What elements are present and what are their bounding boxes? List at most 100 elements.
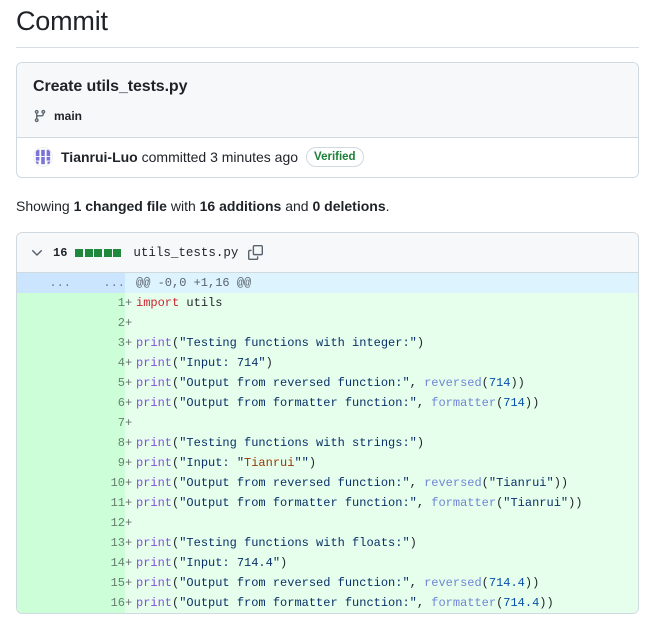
diff-line-number-old[interactable] <box>17 433 71 453</box>
diff-line-number-old[interactable] <box>17 533 71 553</box>
code-token: reversed <box>424 376 482 390</box>
diff-line-code[interactable]: + print("Output from formatter function:"… <box>125 593 638 613</box>
diff-line-row: 4 + print("Input: 714") <box>17 353 638 373</box>
code-token: "Output from formatter function:" <box>179 496 417 510</box>
diff-line-number-new[interactable]: 15 <box>71 573 125 593</box>
commit-card-body: Tianrui-Luo committed 3 minutes ago Veri… <box>17 138 638 177</box>
code-token: "Input: 714.4" <box>179 556 281 570</box>
diff-line-number-new[interactable]: 10 <box>71 473 125 493</box>
code-token: utils <box>179 296 223 310</box>
diff-line-number-new[interactable]: 14 <box>71 553 125 573</box>
code-token: "Tianrui" <box>503 496 569 510</box>
diff-filename[interactable]: utils_tests.py <box>133 246 238 260</box>
diff-line-number-new[interactable]: 1 <box>71 293 125 313</box>
diff-line-number-old[interactable] <box>17 353 71 373</box>
diff-line-number-old[interactable] <box>17 473 71 493</box>
code-token: ) <box>416 336 425 350</box>
code-token: ) <box>409 536 417 550</box>
diff-line-number-old[interactable] <box>17 453 71 473</box>
code-token: "Input: 714" <box>179 356 266 370</box>
diff-line-code[interactable]: + print("Input: 714.4") <box>125 553 638 573</box>
diff-line-number-old[interactable] <box>17 493 71 513</box>
code-token: , <box>416 396 432 410</box>
diff-stat-block <box>103 248 112 257</box>
diff-line-number-old[interactable] <box>17 373 71 393</box>
diff-line-marker: + <box>125 316 133 330</box>
code-token: 714 <box>488 376 511 390</box>
commit-action-text: committed 3 minutes ago <box>137 149 299 165</box>
diff-line-code[interactable]: + print ("Output from reversed function:",… <box>125 473 638 493</box>
diff-stat-blocks <box>75 248 122 257</box>
code-token: 714.4 <box>488 576 525 590</box>
diff-line-number-old[interactable] <box>17 313 71 333</box>
diff-line-row: 13 + print("Testing functions with floats:… <box>17 533 638 553</box>
diff-line-row: 12 + <box>17 513 638 533</box>
diff-line-number-old[interactable] <box>17 413 71 433</box>
diff-line-number-old[interactable] <box>17 593 71 613</box>
diff-table: ...... @@ -0,0 +1,16 @@ 1 + import utils 2 +3 +… <box>17 273 638 613</box>
diff-line-code[interactable]: + print ("Output from reversed function:",… <box>125 573 638 593</box>
commit-card: Create utils_tests.py main Tianrui-Luo c… <box>16 62 639 178</box>
diff-line-code[interactable]: + import utils <box>125 293 638 313</box>
code-token: )) <box>510 376 525 390</box>
diff-line-number-new[interactable]: 16 <box>71 593 125 613</box>
diff-line-number-new[interactable]: 8 <box>71 433 125 453</box>
avatar[interactable] <box>33 147 53 167</box>
code-token: ( <box>481 376 489 390</box>
diff-line-code[interactable]: + print ("Output from reversed function:",… <box>125 373 638 393</box>
code-token: "Output from reversed function:" <box>179 376 410 390</box>
code-token: print <box>136 436 173 450</box>
diff-line-number-new[interactable]: 7 <box>71 413 125 433</box>
diff-line-row: 7 + <box>17 413 638 433</box>
diff-line-code[interactable]: + <box>125 313 638 333</box>
diff-line-code[interactable]: + print("Output from formatter function:"… <box>125 393 638 413</box>
commit-page: Commit Create utils_tests.py main Tianru… <box>0 0 655 618</box>
code-token: ) <box>416 436 425 450</box>
diff-line-number-new[interactable]: 6 <box>71 393 125 413</box>
diff-line-number-new[interactable]: 13 <box>71 533 125 553</box>
diff-line-row: 16 + print("Output from formatter function… <box>17 593 638 613</box>
chevron-down-icon[interactable] <box>29 245 45 261</box>
diff-line-code[interactable]: + print("Input: "Tianrui"") <box>125 453 638 473</box>
diff-stat-block <box>75 248 84 257</box>
page-title: Commit <box>16 6 108 36</box>
diff-line-row: 1 + import utils <box>17 293 638 313</box>
diff-line-code[interactable]: + <box>125 513 638 533</box>
diff-line-code[interactable]: + print("Testing functions with integer:"… <box>125 333 638 353</box>
diff-line-code[interactable]: + print("Output from formatter function:"… <box>125 493 638 513</box>
diff-line-number-new[interactable]: 4 <box>71 353 125 373</box>
diff-line-number-new[interactable]: 5 <box>71 373 125 393</box>
code-token: , <box>416 596 432 610</box>
diff-line-code[interactable]: + print("Input: 714") <box>125 353 638 373</box>
code-token: "Tianrui" <box>488 476 554 490</box>
diff-line-code[interactable]: + print("Testing functions with floats:") <box>125 533 638 553</box>
author-name[interactable]: Tianrui-Luo <box>61 149 138 165</box>
diff-stat-block <box>94 248 103 257</box>
code-token: ( <box>481 476 489 490</box>
diff-line-number-old[interactable] <box>17 293 71 313</box>
diff-line-row: 8 + print("Testing functions with strings:… <box>17 433 638 453</box>
diff-summary: Showing 1 changed file with 16 additions… <box>16 196 655 216</box>
diff-line-number-new[interactable]: 3 <box>71 333 125 353</box>
title-divider <box>16 47 639 48</box>
diff-line-number-new[interactable]: 2 <box>71 313 125 333</box>
diff-line-code[interactable]: + <box>125 413 638 433</box>
file-diff-header: 16 utils_tests.py <box>17 233 638 273</box>
diff-line-number-new[interactable]: 11 <box>71 493 125 513</box>
status-badge[interactable]: Verified <box>306 147 364 167</box>
branch-name[interactable]: main <box>54 107 82 125</box>
diff-line-number-old[interactable] <box>17 333 71 353</box>
diff-line-number-old[interactable] <box>17 513 71 533</box>
copy-icon[interactable] <box>248 245 264 260</box>
diff-line-number-new[interactable]: 12 <box>71 513 125 533</box>
code-token: , <box>409 376 425 390</box>
diff-line-number-old[interactable] <box>17 393 71 413</box>
diff-line-number-old[interactable] <box>17 573 71 593</box>
hunk-header-text: @@ -0,0 +1,16 @@ <box>125 273 638 293</box>
diff-line-code[interactable]: + print("Testing functions with strings:"… <box>125 433 638 453</box>
diff-line-row: 9 + print("Input: "Tianrui"") <box>17 453 638 473</box>
diff-line-marker: + <box>125 556 133 570</box>
diff-line-number-old[interactable] <box>17 553 71 573</box>
diff-line-number-new[interactable]: 9 <box>71 453 125 473</box>
commit-message: Create utils_tests.py <box>33 78 188 95</box>
